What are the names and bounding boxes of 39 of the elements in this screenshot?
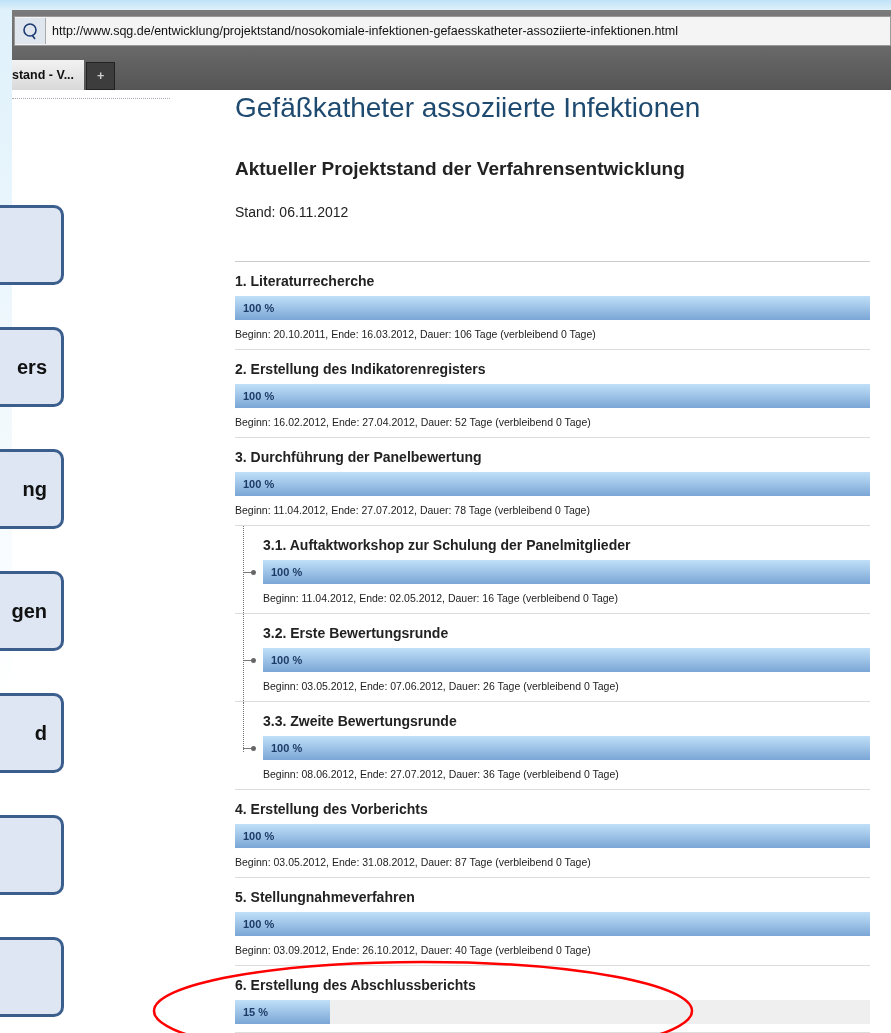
phase-title: 3.3. Zweite Bewertungsrunde <box>263 712 458 730</box>
phase-dates: Beginn: 03.05.2012, Ende: 07.06.2012, Dauer: 26 Tage (verbleibend 0 Tage) <box>263 679 620 693</box>
phase-dates: Beginn: 16.02.2012, Ende: 27.04.2012, Dauer: 52 Tage (verbleibend 0 Tage) <box>235 415 592 429</box>
phase-dates: Beginn: 03.09.2012, Ende: 26.10.2012, Dauer: 40 Tage (verbleibend 0 Tage) <box>235 943 592 957</box>
new-tab-button[interactable]: + <box>86 62 116 90</box>
progress-label: 100 % <box>270 566 303 578</box>
nav-button[interactable] <box>0 815 64 895</box>
progress-label: 100 % <box>270 742 303 754</box>
phase-title: 3.1. Auftaktworkshop zur Schulung der Panelmitglieder <box>263 536 632 554</box>
progress-label: 100 % <box>242 390 275 402</box>
phase-title: 3. Durchführung der Panelbewertung <box>235 448 483 466</box>
phase-dates: Beginn: 03.05.2012, Ende: 31.08.2012, Dauer: 87 Tage (verbleibend 0 Tage) <box>235 855 592 869</box>
nav-button[interactable]: ers <box>0 327 64 407</box>
nav-button[interactable] <box>0 937 64 1017</box>
status-date: Stand: 06.11.2012 <box>235 204 350 220</box>
progress-label: 100 % <box>242 830 275 842</box>
phase-dates: Beginn: 20.10.2011, Ende: 16.03.2012, Dauer: 106 Tage (verbleibend 0 Tage) <box>235 327 597 341</box>
phase-title: 3.2. Erste Bewertungsrunde <box>263 624 450 642</box>
phase-title: 4. Erstellung des Vorberichts <box>235 800 429 818</box>
progress-label: 15 % <box>242 1006 269 1018</box>
nav-button[interactable] <box>0 205 64 285</box>
nav-button[interactable]: gen <box>0 571 64 651</box>
progress-label: 100 % <box>242 918 275 930</box>
phase-dates: Beginn: 11.04.2012, Ende: 27.07.2012, Dauer: 78 Tage (verbleibend 0 Tage) <box>235 503 591 517</box>
nav-button[interactable]: ng <box>0 449 64 529</box>
phase-title: 2. Erstellung des Indikatorenregisters <box>235 360 487 378</box>
browser-tab[interactable]: stand - V... <box>12 60 85 90</box>
phase-title: 6. Erstellung des Abschlussberichts <box>235 976 477 994</box>
progress-label: 100 % <box>242 302 275 314</box>
phase-dates: Beginn: 11.04.2012, Ende: 02.05.2012, Dauer: 16 Tage (verbleibend 0 Tage) <box>263 591 619 605</box>
phase-title: 5. Stellungnahmeverfahren <box>235 888 416 906</box>
nav-button[interactable]: d <box>0 693 64 773</box>
progress-label: 100 % <box>242 478 275 490</box>
section-heading: Aktueller Projektstand der Verfahrensentwicklung <box>235 158 686 180</box>
progress-label: 100 % <box>270 654 303 666</box>
phase-dates: Beginn: 08.06.2012, Ende: 27.07.2012, Dauer: 36 Tage (verbleibend 0 Tage) <box>263 767 620 781</box>
page-title: Gefäßkatheter assoziierte Infektionen <box>235 92 702 124</box>
search-icon[interactable] <box>15 18 46 44</box>
phase-title: 1. Literaturrecherche <box>235 272 376 290</box>
